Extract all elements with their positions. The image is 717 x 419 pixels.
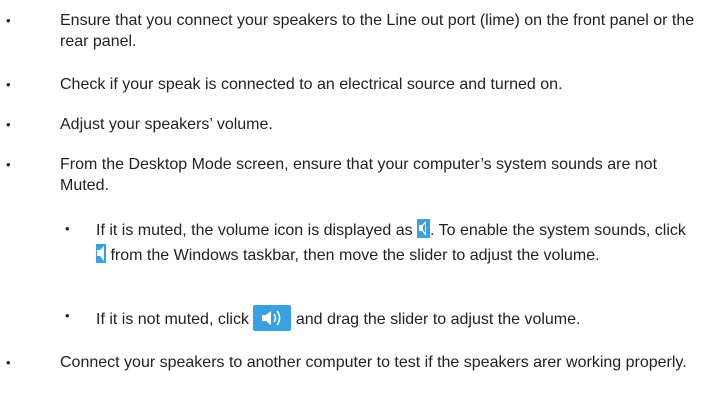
list-item-text: Connect your speakers to another compute…	[60, 354, 687, 371]
sub-list-item-text: If it is muted, the volume icon is displ…	[96, 218, 700, 268]
list-item-text: From the Desktop Mode screen, ensure tha…	[60, 156, 658, 194]
bullet: •	[6, 77, 11, 92]
muted-speaker-icon	[417, 219, 431, 238]
volume-button-icon[interactable]	[253, 305, 292, 331]
bullet: •	[6, 13, 11, 28]
sub-item-text-part: If it is muted, the volume icon is displ…	[96, 222, 413, 239]
list-item-text: Ensure that you connect your speakers to…	[60, 12, 695, 50]
sub-item-text-part: from the Windows taskbar, then move the …	[110, 247, 600, 264]
list-item-text: Check if your speak is connected to an e…	[60, 76, 563, 93]
bullet: •	[6, 117, 11, 132]
bullet: •	[65, 308, 70, 323]
taskbar-speaker-icon[interactable]	[96, 244, 106, 263]
sub-item-text-part: If it is not muted, click	[96, 311, 249, 328]
sub-list-item-text: If it is not muted, click and drag the s…	[96, 305, 700, 331]
sub-item-text-part: . To enable the system sounds, click	[430, 222, 686, 239]
bullet: •	[6, 157, 11, 172]
list-item-text: Adjust your speakers’ volume.	[60, 116, 273, 133]
bullet: •	[6, 355, 11, 370]
bullet: •	[65, 221, 70, 236]
sub-item-text-part: and drag the slider to adjust the volume…	[295, 311, 581, 328]
